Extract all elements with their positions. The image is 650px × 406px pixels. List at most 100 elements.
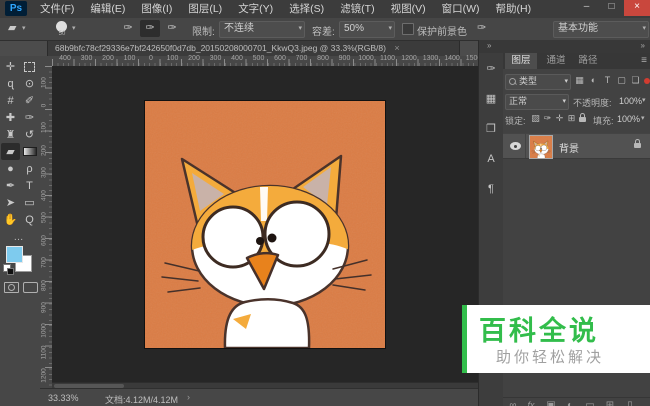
- brush-panel-icon[interactable]: ✑: [481, 57, 501, 81]
- opacity-caret-icon[interactable]: ▾: [642, 96, 646, 104]
- paragraph-panel-icon[interactable]: ¶: [481, 177, 501, 201]
- tab-paths[interactable]: 路径: [573, 53, 603, 69]
- shape-tool[interactable]: ▭: [20, 194, 39, 211]
- protect-foreground-checkbox[interactable]: [402, 23, 414, 35]
- history-brush-tool[interactable]: ↺: [20, 126, 39, 143]
- layer-thumbnail[interactable]: [529, 135, 553, 159]
- sampling-once-button[interactable]: ✑: [140, 20, 160, 37]
- eyedropper-tool[interactable]: ✐: [20, 92, 39, 109]
- menu-image[interactable]: 图像(I): [133, 0, 180, 18]
- current-tool-icon[interactable]: ▰: [8, 21, 16, 34]
- close-button[interactable]: ×: [624, 0, 650, 16]
- foreground-color-swatch[interactable]: [6, 246, 23, 263]
- blend-mode-select[interactable]: 正常 ▾: [505, 94, 569, 110]
- tolerance-select[interactable]: 50% ▾: [339, 21, 395, 38]
- filter-adjustment-layers-icon[interactable]: ◐: [587, 75, 600, 85]
- document-close-icon[interactable]: ×: [394, 43, 399, 53]
- gradient-tool-icon: [23, 147, 37, 156]
- blur-tool[interactable]: ●: [1, 160, 20, 177]
- adjustment-layer-icon[interactable]: ◐: [562, 400, 578, 406]
- layer-mask-icon[interactable]: ▣: [543, 400, 559, 406]
- collapse-dock-icon[interactable]: »: [641, 41, 645, 50]
- pen-tool[interactable]: ✒: [1, 177, 20, 194]
- layer-filter-select[interactable]: 类型 ▾: [505, 74, 571, 90]
- gradient-tool[interactable]: [20, 143, 39, 160]
- workspace-select[interactable]: 基本功能 ▾: [553, 21, 649, 38]
- lasso-tool[interactable]: ɋ: [1, 75, 20, 92]
- filter-pixel-layers-icon[interactable]: ▦: [573, 75, 586, 86]
- v-ruler-label: 600: [41, 231, 48, 251]
- quick-select-tool[interactable]: ⊙: [20, 75, 39, 92]
- document-tab[interactable]: 68b9bfc78cf29336e7bf242650f0d7db_2015020…: [47, 41, 460, 56]
- menu-filter[interactable]: 滤镜(T): [332, 0, 382, 18]
- h-ruler-label: 100: [165, 55, 181, 62]
- status-options-arrow-icon[interactable]: ›: [187, 392, 190, 402]
- layer-visibility-eye-icon[interactable]: [510, 142, 521, 150]
- collapse-strip-icon[interactable]: »: [487, 41, 491, 50]
- filter-smart-objects-icon[interactable]: ❏: [629, 75, 642, 86]
- tab-layers[interactable]: 图层: [505, 53, 537, 69]
- new-layer-icon[interactable]: ⊞: [602, 400, 618, 406]
- lock-artboard-icon[interactable]: ⊞: [565, 113, 578, 124]
- brush-panel-toggle-icon[interactable]: ✑: [477, 21, 486, 34]
- new-group-icon[interactable]: ▭: [582, 400, 598, 406]
- move-tool[interactable]: ✛: [1, 58, 20, 75]
- filter-shape-layers-icon[interactable]: ▢: [615, 75, 628, 86]
- delete-layer-icon[interactable]: ▯: [622, 400, 638, 406]
- brush-tool[interactable]: ✑: [20, 109, 39, 126]
- fill-value[interactable]: 100%: [617, 114, 640, 124]
- menu-type[interactable]: 文字(Y): [230, 0, 281, 18]
- limit-select[interactable]: 不连续 ▾: [219, 21, 305, 38]
- tolerance-label: 容差:: [312, 23, 335, 38]
- zoom-tool[interactable]: Q: [20, 211, 39, 228]
- menu-edit[interactable]: 编辑(E): [82, 0, 133, 18]
- document-image[interactable]: [145, 101, 385, 348]
- filter-active-toggle-icon[interactable]: [644, 78, 650, 84]
- minimize-button[interactable]: –: [574, 0, 599, 16]
- menu-layer[interactable]: 图层(L): [180, 0, 230, 18]
- tool-preset-caret-icon[interactable]: ▾: [22, 24, 26, 32]
- screen-mode-button[interactable]: [23, 282, 38, 293]
- menu-view[interactable]: 视图(V): [383, 0, 434, 18]
- edit-toolbar-ellipsis-icon[interactable]: …: [0, 232, 38, 243]
- panel-menu-icon[interactable]: ≡: [641, 55, 647, 66]
- eraser-tool-selected[interactable]: ▰: [1, 143, 20, 160]
- filter-type-layers-icon[interactable]: T: [601, 75, 614, 85]
- layer-row-background[interactable]: 背景: [503, 133, 650, 159]
- menu-window[interactable]: 窗口(W): [434, 0, 488, 18]
- path-select-tool[interactable]: ➤: [1, 194, 20, 211]
- hand-tool[interactable]: ✋: [1, 211, 20, 228]
- healing-tool[interactable]: ✚: [1, 109, 20, 126]
- sampling-continuous-button[interactable]: ✑: [118, 20, 138, 37]
- lock-row: 锁定: ▨ ✑ ✛ ⊞ 填充: 100% ▾: [505, 112, 649, 128]
- character-panel-icon[interactable]: A: [481, 147, 501, 171]
- brush-picker-caret-icon[interactable]: ▾: [72, 24, 76, 32]
- menu-file[interactable]: 文件(F): [32, 0, 82, 18]
- type-tool[interactable]: T: [20, 177, 39, 194]
- crop-tool[interactable]: #: [1, 92, 20, 109]
- opacity-value[interactable]: 100%: [619, 96, 642, 106]
- menu-select[interactable]: 选择(S): [281, 0, 332, 18]
- clone-source-panel-icon[interactable]: ❐: [481, 117, 501, 141]
- sampling-background-swatch-button[interactable]: ✑: [162, 20, 182, 37]
- clone-stamp-tool[interactable]: ♜: [1, 126, 20, 143]
- menu-help[interactable]: 帮助(H): [488, 0, 540, 18]
- swatches-panel-icon[interactable]: ▦: [481, 87, 501, 111]
- maximize-button[interactable]: □: [599, 0, 624, 16]
- quick-mask-button[interactable]: [4, 282, 19, 293]
- main-menus: 文件(F) 编辑(E) 图像(I) 图层(L) 文字(Y) 选择(S) 滤镜(T…: [32, 0, 539, 18]
- lock-all-icon[interactable]: [579, 117, 586, 122]
- canvas-area[interactable]: [52, 66, 478, 388]
- tolerance-caret-icon: ▾: [388, 22, 392, 36]
- h-ruler-label: 900: [337, 55, 353, 62]
- layer-style-icon[interactable]: fx: [523, 400, 539, 406]
- link-layers-icon[interactable]: ∞: [505, 400, 521, 406]
- fill-caret-icon[interactable]: ▾: [641, 114, 645, 122]
- dodge-tool[interactable]: ρ: [20, 160, 39, 177]
- layer-name[interactable]: 背景: [559, 140, 579, 155]
- hand-tool-icon: ✋: [4, 213, 18, 226]
- zoom-level[interactable]: 33.33%: [48, 393, 79, 403]
- marquee-tool[interactable]: [20, 58, 39, 75]
- healing-tool-icon: ✚: [6, 111, 15, 124]
- tab-channels[interactable]: 通道: [541, 53, 571, 69]
